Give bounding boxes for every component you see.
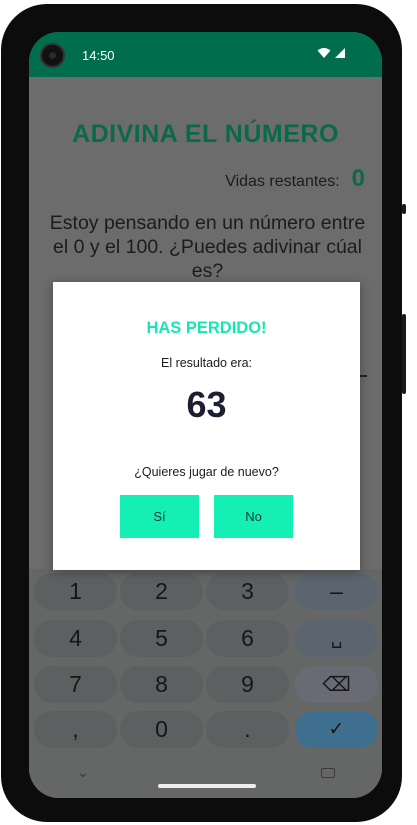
lives-label: Vidas restantes:: [225, 173, 340, 190]
keyboard-icon[interactable]: [321, 768, 335, 778]
key-4[interactable]: 4: [34, 620, 117, 657]
key-space[interactable]: ␣: [295, 620, 378, 657]
key-9[interactable]: 9: [206, 666, 289, 703]
dialog-title: HAS PERDIDO!: [146, 319, 267, 337]
yes-button[interactable]: Sí: [120, 495, 199, 538]
phone-frame: 14:50 ADIVINA EL NÚMERO Vidas restantes:…: [1, 4, 406, 822]
lives-counter: Vidas restantes: 0: [225, 165, 365, 193]
front-camera-icon: [40, 43, 65, 68]
game-over-dialog: HAS PERDIDO! El resultado era: 63 ¿Quier…: [53, 282, 360, 570]
no-button[interactable]: No: [214, 495, 293, 538]
wifi-icon: [317, 48, 331, 58]
key-3[interactable]: 3: [206, 573, 289, 610]
play-again-question: ¿Quieres jugar de nuevo?: [134, 465, 279, 479]
key-comma[interactable]: ,: [34, 711, 117, 748]
key-8[interactable]: 8: [120, 666, 203, 703]
dialog-subtitle: El resultado era:: [160, 356, 253, 370]
key-minus[interactable]: –: [295, 573, 378, 610]
status-icons: [317, 47, 346, 59]
backspace-icon[interactable]: ⌫: [295, 666, 378, 703]
status-bar: 14:50: [29, 32, 382, 77]
key-7[interactable]: 7: [34, 666, 117, 703]
status-time: 14:50: [82, 48, 115, 63]
key-2[interactable]: 2: [120, 573, 203, 610]
cellular-signal-icon: [335, 48, 345, 58]
lives-value: 0: [351, 165, 365, 192]
key-6[interactable]: 6: [206, 620, 289, 657]
key-5[interactable]: 5: [120, 620, 203, 657]
check-icon[interactable]: ✓: [295, 711, 378, 748]
key-0[interactable]: 0: [120, 711, 203, 748]
question-text: Estoy pensando en un número entre el 0 y…: [49, 212, 366, 282]
gesture-handle[interactable]: [158, 784, 256, 788]
page-title: ADIVINA EL NÚMERO: [72, 120, 339, 148]
volume-button: [402, 314, 406, 394]
power-button: [402, 204, 406, 214]
key-1[interactable]: 1: [34, 573, 117, 610]
screen: 14:50 ADIVINA EL NÚMERO Vidas restantes:…: [29, 32, 382, 798]
result-number: 63: [186, 384, 227, 425]
chevron-down-icon[interactable]: ⌄: [77, 764, 89, 781]
key-period[interactable]: .: [206, 711, 289, 748]
